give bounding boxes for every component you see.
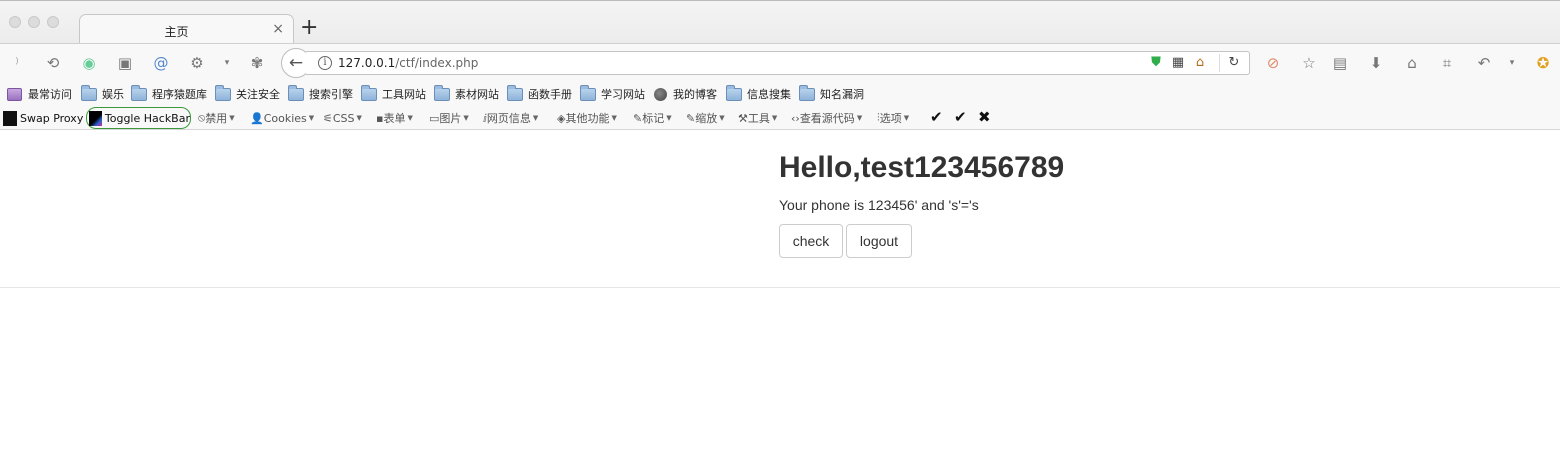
folder-icon — [507, 84, 523, 101]
divider — [0, 287, 1560, 288]
reload-icon[interactable]: ↻ — [1226, 55, 1242, 71]
page-content: Hello,test123456789 Your phone is 123456… — [0, 131, 1560, 476]
bookmark-blog[interactable]: 我的博客 — [654, 85, 717, 103]
rss-icon[interactable]: ⁾ — [8, 54, 26, 72]
close-icon[interactable]: ✖ — [978, 108, 991, 126]
pen-icon: ✎ — [633, 111, 643, 125]
proxy-icon — [3, 110, 17, 126]
menu-forms[interactable]: ▪ 表单 ▼ — [376, 109, 413, 127]
menu-page-info[interactable]: ⅈ 网页信息 ▼ — [483, 109, 538, 127]
zoom-window-icon[interactable] — [47, 16, 59, 28]
cube-icon: ◈ — [557, 111, 566, 125]
menu-css[interactable]: ⚟ CSS ▼ — [323, 109, 362, 127]
pen-icon: ✎ — [686, 111, 696, 125]
home-icon[interactable]: ⌂ — [1403, 54, 1421, 72]
menu-other[interactable]: ◈ 其他功能 ▼ — [557, 109, 617, 127]
bookmark-folder[interactable]: 学习网站 — [580, 84, 645, 103]
bookmark-folder[interactable]: 信息搜集 — [726, 84, 791, 103]
menu-view-source[interactable]: ‹› 查看源代码 ▼ — [791, 109, 862, 127]
color-icon[interactable]: ◉ — [80, 54, 98, 72]
tab-strip: 主页 × + — [0, 0, 1560, 45]
check-icon[interactable]: ✔ — [930, 108, 943, 126]
gear-icon[interactable]: ⚙ — [188, 54, 206, 72]
menu-tools[interactable]: ⚒ 工具 ▼ — [738, 109, 777, 127]
folder-icon — [131, 84, 147, 101]
folder-icon — [215, 84, 231, 101]
url-separator — [1219, 54, 1220, 72]
menu-zoom[interactable]: ✎ 缩放 ▼ — [686, 109, 725, 127]
dropdown-icon[interactable]: ▾ — [1503, 54, 1521, 72]
menu-images[interactable]: ▭ 图片 ▼ — [429, 109, 469, 127]
menu-options[interactable]: ⫶ 选项 ▼ — [877, 109, 909, 127]
addon-toolbar: Swap Proxy Toggle HackBar ⦸ 禁用 ▼ 👤 Cookies ▼… — [0, 106, 1560, 130]
bookmark-folder[interactable]: 搜索引擎 — [288, 84, 353, 103]
bookmark-folder[interactable]: 程序猿题库 — [131, 84, 207, 103]
menu-cookies[interactable]: 👤 Cookies ▼ — [250, 109, 314, 127]
tab-close-icon[interactable]: × — [272, 21, 284, 37]
new-tab-button[interactable]: + — [300, 17, 318, 39]
image-icon: ▭ — [429, 111, 440, 125]
extension-icon[interactable]: ✪ — [1534, 54, 1552, 72]
snail-icon[interactable]: @ — [152, 54, 170, 72]
folder-icon — [361, 84, 377, 101]
bookmark-folder[interactable]: 知名漏洞 — [799, 84, 864, 103]
url-text[interactable]: 127.0.0.1/ctf/index.php — [338, 56, 478, 70]
history-icon[interactable]: ⟲ — [44, 54, 62, 72]
greeting-heading: Hello,test123456789 — [779, 151, 1065, 184]
folder-icon — [726, 84, 742, 101]
folder-icon — [81, 84, 97, 101]
minimize-window-icon[interactable] — [28, 16, 40, 28]
check-icon[interactable]: ✔ — [954, 108, 967, 126]
bookmarks-bar: 最常访问 娱乐 程序猿题库 关注安全 搜索引擎 工具网站 素材网站 函数手册 学… — [0, 81, 1560, 106]
folder-icon — [434, 84, 450, 101]
bookmark-most-visited[interactable]: 最常访问 — [7, 85, 72, 103]
info-icon[interactable]: i — [318, 56, 332, 70]
bookmark-folder[interactable]: 工具网站 — [361, 84, 426, 103]
folder-icon — [288, 84, 304, 101]
house-icon[interactable]: ⌂ — [1192, 55, 1208, 71]
bookmark-folder[interactable]: 娱乐 — [81, 84, 124, 103]
download-icon[interactable]: ⬇ — [1367, 54, 1385, 72]
crop-icon[interactable]: ⌗ — [1438, 54, 1456, 72]
bookmark-folder[interactable]: 函数手册 — [507, 84, 572, 103]
star-icon[interactable]: ☆ — [1300, 54, 1318, 72]
undo-icon[interactable]: ↶ — [1475, 54, 1493, 72]
blocked-icon[interactable]: ⊘ — [1264, 54, 1282, 72]
menu-disable[interactable]: ⦸ 禁用 ▼ — [198, 109, 235, 127]
wrench-icon: ⚒ — [738, 111, 748, 125]
toggle-hackbar-button[interactable]: Toggle HackBar — [86, 107, 191, 129]
phone-text: Your phone is 123456' and 's'='s — [779, 197, 979, 213]
palette-icon[interactable]: ✾ — [248, 54, 266, 72]
tab-title: 主页 — [164, 25, 189, 39]
reader-icon[interactable]: ▣ — [116, 54, 134, 72]
hackbar-icon — [89, 110, 102, 126]
tab-home[interactable]: 主页 × — [79, 14, 294, 45]
wand-icon: ⚟ — [323, 111, 333, 125]
globe-icon — [654, 87, 667, 101]
folder-icon — [580, 84, 596, 101]
qr-code-icon[interactable]: ▦ — [1170, 55, 1186, 71]
shield-icon[interactable]: ⛊ — [1148, 55, 1164, 71]
check-button[interactable]: check — [779, 224, 843, 258]
bookmark-folder[interactable]: 关注安全 — [215, 84, 280, 103]
close-window-icon[interactable] — [9, 16, 21, 28]
menu-mark[interactable]: ✎ 标记 ▼ — [633, 109, 672, 127]
bookmark-folder[interactable]: 素材网站 — [434, 84, 499, 103]
logout-button[interactable]: logout — [846, 224, 912, 258]
clipboard-icon: ▪ — [376, 111, 384, 125]
navigation-bar: ⁾ ⟲ ◉ ▣ @ ⚙ ▾ ✾ ← i 127.0.0.1/ctf/index.… — [0, 43, 1560, 81]
dropdown-icon[interactable]: ▾ — [218, 54, 236, 72]
disable-icon: ⦸ — [198, 111, 206, 124]
url-bar[interactable]: i 127.0.0.1/ctf/index.php ⛊ ▦ ⌂ ↻ — [306, 51, 1250, 75]
folder-icon — [799, 84, 815, 101]
code-icon: ‹› — [791, 111, 800, 125]
reading-list-icon[interactable]: ▤ — [1331, 54, 1349, 72]
user-icon: 👤 — [250, 111, 264, 125]
smart-folder-icon — [7, 87, 22, 101]
swap-proxy-button[interactable]: Swap Proxy — [3, 109, 83, 127]
